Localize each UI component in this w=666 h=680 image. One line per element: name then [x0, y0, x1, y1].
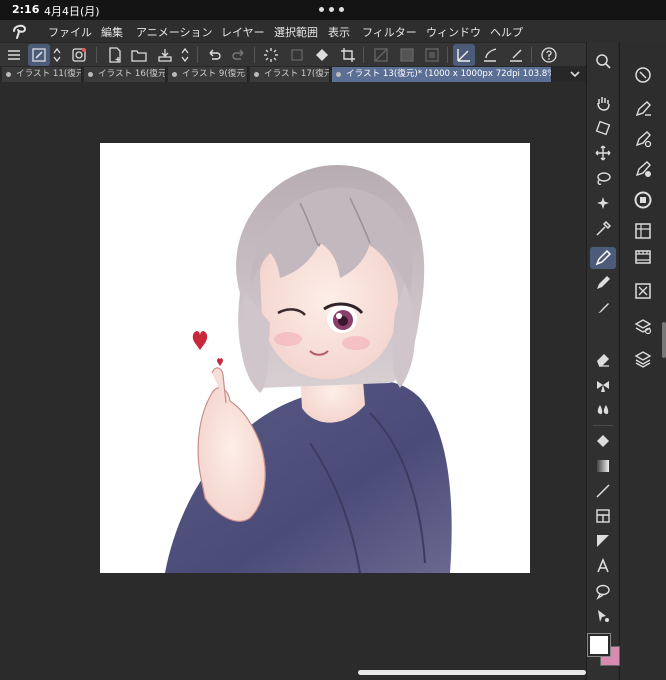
text-icon[interactable] [590, 555, 616, 577]
tab-label: イラスト 11(復元 [16, 69, 82, 79]
move-icon[interactable] [590, 142, 616, 164]
menu-window[interactable]: ウィンドウ [426, 24, 481, 40]
tab-document[interactable]: イラスト 16(復元 [84, 67, 166, 82]
tab-label: イラスト 13(復元)* (1000 x 1000px 72dpi 103.8%… [346, 69, 552, 79]
blend-icon[interactable] [590, 399, 616, 421]
brush-icon[interactable] [590, 297, 616, 319]
fill-icon[interactable] [590, 430, 616, 452]
menu-selection[interactable]: 選択範囲 [274, 24, 318, 40]
zoom-icon[interactable] [590, 50, 616, 72]
stack-icon[interactable] [632, 348, 654, 370]
tab-label: イラスト 16(復元 [98, 69, 166, 79]
menu-view[interactable]: 表示 [328, 24, 350, 40]
eraser-icon[interactable] [590, 348, 616, 370]
status-date: 4月4日(月) [44, 5, 100, 18]
open-folder-icon[interactable] [128, 44, 150, 66]
status-time: 2:16 [12, 3, 40, 16]
side-palette-bar [619, 42, 666, 680]
tab-document-active[interactable]: イラスト 13(復元)* (1000 x 1000px 72dpi 103.8%… [332, 67, 552, 82]
close-icon[interactable] [88, 72, 93, 77]
layer-property-icon[interactable] [632, 158, 654, 180]
close-icon[interactable] [172, 72, 177, 77]
hand-icon[interactable] [590, 92, 616, 114]
transform-icon[interactable] [286, 44, 308, 66]
home-indicator[interactable] [358, 670, 586, 675]
lasso-icon[interactable] [590, 168, 616, 190]
navigator-icon[interactable] [632, 64, 654, 86]
rotate-icon[interactable] [590, 117, 616, 139]
tab-label: イラスト 9(復元 [182, 69, 245, 79]
pen-icon[interactable] [590, 247, 616, 269]
multitasking-dots-icon[interactable] [319, 4, 347, 14]
correct-line-icon[interactable] [590, 605, 616, 627]
fill-selection-icon[interactable] [396, 44, 418, 66]
tool-palette [586, 42, 618, 680]
close-icon[interactable] [254, 72, 259, 77]
frame-icon[interactable] [590, 505, 616, 527]
fill-icon[interactable] [311, 44, 333, 66]
command-bar [0, 42, 586, 66]
sub-tool-detail-icon[interactable] [632, 128, 654, 150]
tab-document[interactable]: イラスト 9(復元 [168, 67, 248, 82]
spinner-icon[interactable] [68, 44, 90, 66]
crop-icon[interactable] [337, 44, 359, 66]
app-logo-icon[interactable] [10, 22, 30, 40]
artwork-illustration [165, 164, 452, 573]
chevron-down-icon[interactable] [568, 68, 582, 80]
balloon-icon[interactable] [590, 580, 616, 602]
document-tab-bar: イラスト 11(復元 イラスト 16(復元 イラスト 9(復元 イラスト 17(… [0, 66, 586, 82]
eyedropper-icon[interactable] [590, 218, 616, 240]
new-canvas-icon[interactable] [104, 44, 126, 66]
color-wheel-icon[interactable] [632, 189, 654, 211]
close-icon[interactable] [336, 72, 341, 77]
menu-help[interactable]: ヘルプ [490, 24, 523, 40]
tab-document[interactable]: イラスト 17(復元 [250, 67, 330, 82]
tab-document[interactable]: イラスト 11(復元 [2, 67, 82, 82]
timeline-icon[interactable] [632, 246, 654, 268]
palette-scrollbar[interactable] [662, 322, 666, 358]
artwork-canvas[interactable] [100, 143, 530, 573]
redo-icon[interactable] [228, 44, 250, 66]
menu-file[interactable]: ファイル [48, 24, 92, 40]
menu-edit[interactable]: 編集 [101, 24, 123, 40]
menu-icon[interactable] [3, 44, 25, 66]
brush-settings-icon[interactable] [632, 98, 654, 120]
save-icon[interactable] [154, 44, 176, 66]
clear-icon[interactable] [370, 44, 392, 66]
close-icon[interactable] [6, 72, 11, 77]
menu-animation[interactable]: アニメーション [136, 24, 213, 40]
loading-icon[interactable] [260, 44, 282, 66]
material-icon[interactable] [632, 220, 654, 242]
ruler-snap-icon[interactable] [453, 44, 475, 66]
stepper-icon[interactable] [178, 44, 192, 66]
ruler-icon[interactable] [590, 530, 616, 552]
menu-bar: ファイル 編集 アニメーション レイヤー 選択範囲 表示 フィルター ウィンドウ… [0, 20, 666, 42]
tab-label: イラスト 17(復元 [264, 69, 330, 79]
canvas-area[interactable] [0, 82, 586, 680]
status-bar: 2:16 4月4日(月) [0, 0, 666, 20]
menu-layer[interactable]: レイヤー [221, 24, 265, 40]
main-color-swatch[interactable] [587, 633, 611, 657]
layer-palette-icon[interactable] [632, 315, 654, 337]
menu-filter[interactable]: フィルター [362, 24, 417, 40]
line-icon[interactable] [590, 480, 616, 502]
decoration-icon[interactable] [590, 374, 616, 396]
pen-sync-icon[interactable] [28, 44, 50, 66]
search-layer-icon[interactable] [632, 280, 654, 302]
invert-selection-icon[interactable] [421, 44, 443, 66]
line-snap-icon[interactable] [505, 44, 527, 66]
brush-snap-icon[interactable] [479, 44, 501, 66]
auto-select-icon[interactable] [590, 192, 616, 214]
undo-icon[interactable] [203, 44, 225, 66]
help-icon[interactable] [538, 44, 560, 66]
pencil-icon[interactable] [590, 272, 616, 294]
stepper-icon[interactable] [50, 44, 64, 66]
gradient-icon[interactable] [590, 455, 616, 477]
